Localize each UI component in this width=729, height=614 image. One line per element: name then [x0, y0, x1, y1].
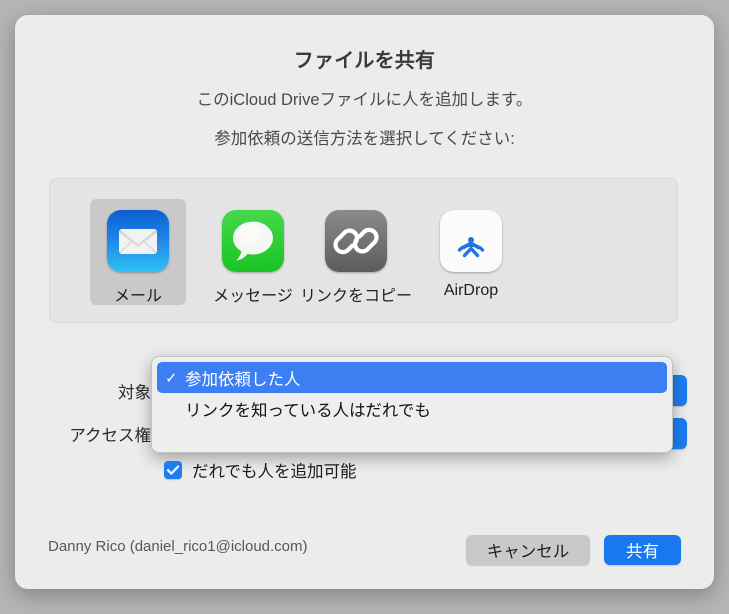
share-method-copy-link[interactable]: リンクをコピー [300, 199, 412, 305]
permission-field-label: アクセス権 [69, 427, 151, 445]
link-icon [325, 210, 387, 272]
page-title: ファイルを共有 [293, 50, 436, 72]
share-method-label: AirDrop [443, 282, 499, 299]
mail-icon [107, 210, 169, 272]
share-method-label: メール [113, 288, 162, 305]
messages-icon [222, 210, 284, 272]
share-methods-panel: メール メッセージ リンクをコピー AirDrop [49, 178, 678, 323]
menu-item-invited-people[interactable]: ✓ 参加依頼した人 [157, 362, 667, 393]
cancel-button[interactable]: キャンセル [466, 535, 590, 565]
add-people-checkbox[interactable] [164, 461, 182, 479]
share-button[interactable]: 共有 [604, 535, 681, 565]
audience-field-label: 対象 [118, 384, 151, 402]
menu-item-label: 参加依頼した人 [185, 370, 301, 389]
share-method-label: リンクをコピー [300, 288, 413, 305]
share-method-airdrop[interactable]: AirDrop [423, 199, 519, 305]
menu-item-anyone-with-link[interactable]: リンクを知っている人はだれでも [157, 393, 667, 424]
audience-dropdown-menu: ✓ 参加依頼した人 リンクを知っている人はだれでも [151, 356, 673, 453]
share-method-mail[interactable]: メール [90, 199, 186, 305]
add-people-label: だれでも人を追加可能 [192, 463, 357, 481]
menu-item-label: リンクを知っている人はだれでも [185, 401, 431, 420]
dialog-subtitle-secondary: 参加依頼の送信方法を選択してください: [214, 130, 515, 148]
airdrop-icon [440, 210, 502, 272]
dialog-subtitle-primary: このiCloud Driveファイルに人を追加します。 [196, 91, 533, 109]
share-method-message[interactable]: メッセージ [205, 199, 301, 305]
share-method-label: メッセージ [213, 288, 293, 305]
account-label: Danny Rico (daniel_rico1@icloud.com) [48, 538, 308, 555]
share-file-dialog: ファイルを共有 このiCloud Driveファイルに人を追加します。 参加依頼… [15, 15, 714, 589]
checkmark-icon: ✓ [165, 369, 178, 387]
add-people-checkbox-row[interactable]: だれでも人を追加可能 [164, 458, 357, 482]
